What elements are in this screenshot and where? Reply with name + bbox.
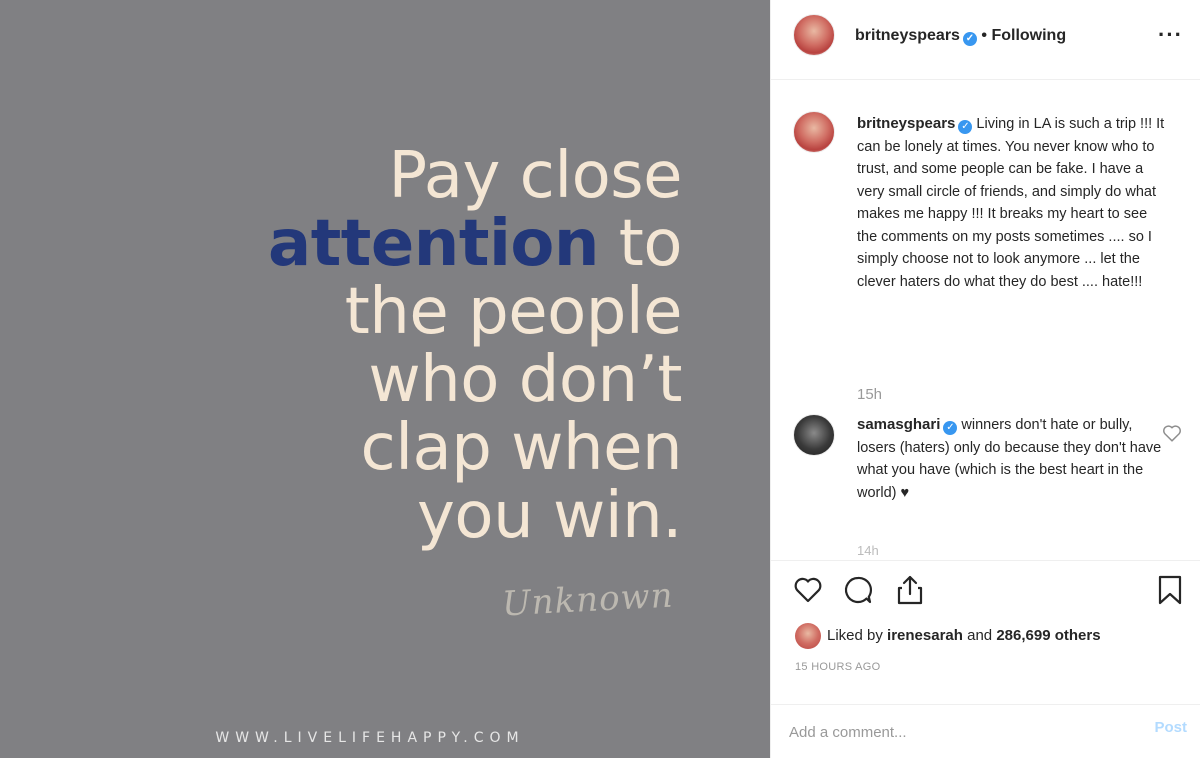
comment-input[interactable] bbox=[789, 715, 1119, 749]
post-comment-button[interactable]: Post bbox=[1154, 719, 1187, 736]
post-header: britneyspears ✓ • Following ··· bbox=[771, 0, 1200, 80]
likes-prefix: Liked by bbox=[827, 626, 888, 644]
comment-icon[interactable] bbox=[841, 573, 875, 607]
quote-accent-word: attention bbox=[268, 207, 599, 281]
quote-line-6: you win. bbox=[417, 479, 682, 553]
verified-icon: ✓ bbox=[943, 421, 958, 435]
quote-line-4: who don’t bbox=[368, 343, 682, 417]
likes-middle: and bbox=[962, 626, 997, 644]
comment-time[interactable]: 14h bbox=[857, 543, 879, 558]
quote-attribution: Unknown bbox=[501, 575, 675, 625]
comment-text-block: samasghari ✓ winners don't hate or bully,… bbox=[857, 414, 1167, 504]
liker-avatar[interactable] bbox=[795, 623, 821, 649]
verified-icon: ✓ bbox=[962, 32, 977, 46]
comment-like-heart-icon[interactable] bbox=[1161, 422, 1183, 444]
bookmark-icon[interactable] bbox=[1153, 573, 1187, 607]
post-timestamp[interactable]: 15 HOURS AGO bbox=[795, 661, 881, 673]
caption-text: Living in LA is such a trip !!! It can b… bbox=[857, 116, 1165, 290]
quote-line-1: Pay close bbox=[388, 139, 683, 213]
quote-line-2-rest: to bbox=[598, 207, 683, 281]
caption-avatar[interactable] bbox=[793, 111, 835, 153]
commenter-username[interactable]: samasghari bbox=[857, 416, 940, 433]
caption-time[interactable]: 15h bbox=[857, 386, 882, 403]
quote-line-2: attention to bbox=[268, 207, 683, 281]
post-actions: Liked by irenesarah and 286,699 others 1… bbox=[771, 560, 1200, 704]
quote-text: Pay close attention to the people who do… bbox=[268, 139, 683, 553]
share-icon[interactable] bbox=[893, 573, 927, 607]
caption-text-block: britneyspears ✓ Living in LA is such a tr… bbox=[857, 113, 1167, 293]
separator-dot: • bbox=[981, 27, 987, 44]
verified-icon: ✓ bbox=[958, 120, 973, 134]
author-username[interactable]: britneyspears bbox=[855, 27, 960, 44]
comments-area[interactable]: britneyspears ✓ Living in LA is such a tr… bbox=[771, 81, 1200, 559]
website-text: WWW.LIVELIFEHAPPY.COM bbox=[215, 730, 525, 746]
website-watermark: WWW.LIVELIFEHAPPY.COM bbox=[0, 730, 770, 746]
quote-line-5: clap when bbox=[360, 411, 683, 485]
likes-others-link[interactable]: 286,699 others bbox=[996, 627, 1100, 644]
post-image[interactable]: Pay close attention to the people who do… bbox=[0, 0, 770, 758]
more-options-button[interactable]: ··· bbox=[1158, 22, 1183, 48]
likes-summary: Liked by irenesarah and 286,699 others bbox=[795, 623, 1101, 649]
heart-icon[interactable] bbox=[791, 573, 825, 607]
add-comment-bar: Post bbox=[771, 704, 1200, 758]
liker-username[interactable]: irenesarah bbox=[887, 627, 963, 644]
commenter-avatar[interactable] bbox=[793, 414, 835, 456]
header-user-info: britneyspears ✓ • Following bbox=[855, 27, 1066, 46]
following-button[interactable]: Following bbox=[991, 27, 1066, 44]
post-sidebar: britneyspears ✓ • Following ··· britneysp… bbox=[770, 0, 1200, 758]
quote-line-3: the people bbox=[344, 275, 683, 349]
caption-username[interactable]: britneyspears bbox=[857, 115, 955, 132]
author-avatar[interactable] bbox=[793, 14, 835, 56]
